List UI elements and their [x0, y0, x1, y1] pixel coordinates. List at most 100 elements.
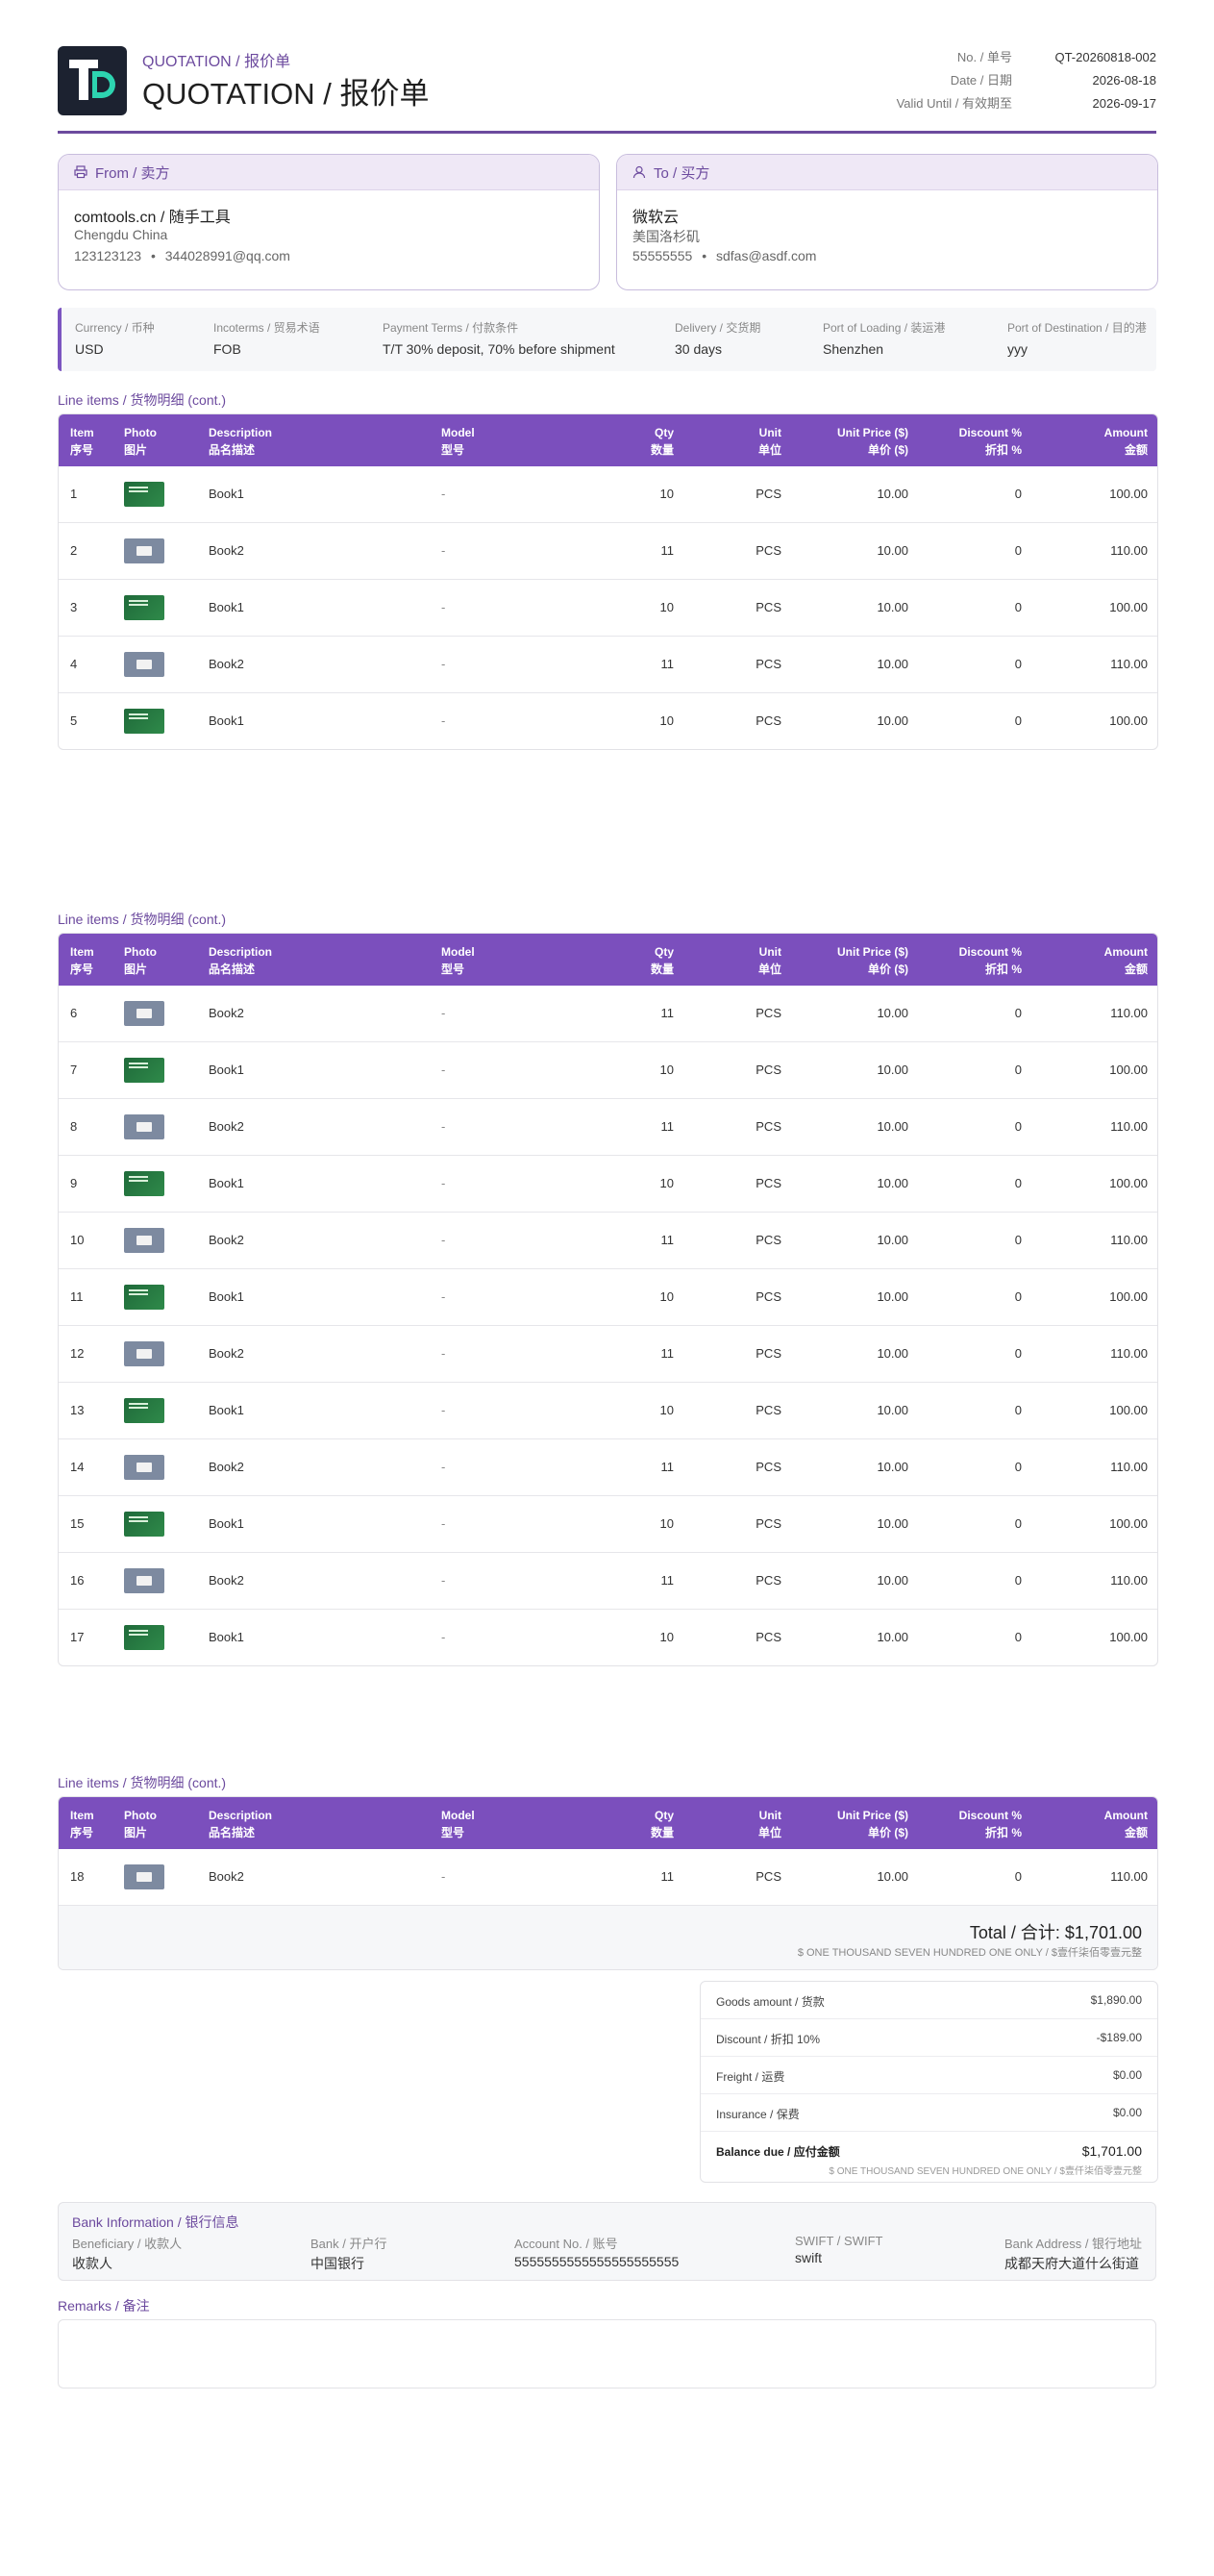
- column-header-en: Description: [209, 426, 273, 439]
- column-header: Description 品名描述: [209, 1807, 272, 1841]
- cell-amount: 100.00: [1109, 713, 1148, 728]
- cell-disc: 0: [1014, 1233, 1022, 1247]
- product-photo: [124, 1864, 164, 1889]
- separator-dot: •: [702, 248, 707, 263]
- seller-email[interactable]: 344028991@qq.com: [165, 248, 290, 263]
- cell-model: -: [441, 1573, 446, 1588]
- column-header-cn: 单位: [757, 963, 781, 976]
- column-header-cn: 品名描述: [209, 1826, 256, 1839]
- bank-value: 收款人: [72, 2256, 112, 2271]
- cell-item: 1: [70, 487, 78, 501]
- summary-value: $0.00: [1112, 2068, 1142, 2082]
- cell-disc: 0: [1014, 1869, 1022, 1884]
- photo-text-lines: [129, 1630, 148, 1632]
- cell-desc: Book2: [209, 1233, 244, 1247]
- cell-unit: PCS: [756, 1233, 781, 1247]
- column-header-en: Model: [441, 1809, 475, 1822]
- column-header-en: Amount: [1103, 945, 1148, 959]
- product-photo: [124, 1512, 164, 1537]
- table-row: 7 Book1 - 10 PCS 10.00 0 100.00: [59, 1041, 1157, 1098]
- cell-item: 5: [70, 713, 78, 728]
- column-header-en: Discount %: [958, 426, 1022, 439]
- cell-desc: Book2: [209, 1869, 244, 1884]
- table-row: 9 Book1 - 10 PCS 10.00 0 100.00: [59, 1155, 1157, 1212]
- cell-qty: 10: [659, 600, 674, 614]
- cell-price: 10.00: [877, 1403, 908, 1417]
- column-header-cn: 图片: [124, 1826, 148, 1839]
- cell-disc: 0: [1014, 1460, 1022, 1474]
- column-header: Item 序号: [70, 1807, 94, 1841]
- cell-unit: PCS: [756, 1869, 781, 1884]
- cell-model: -: [441, 1403, 446, 1417]
- cell-item: 7: [70, 1063, 78, 1077]
- summary-label: Insurance / 保费: [716, 2108, 800, 2121]
- table-row: 2 Book2 - 11 PCS 10.00 0 110.00: [59, 522, 1157, 579]
- buyer-card: To / 买方 微软云 美国洛杉矶 55555555 • sdfas@asdf.…: [616, 154, 1158, 290]
- cell-price: 10.00: [877, 1289, 908, 1304]
- cell-desc: Book1: [209, 1630, 244, 1644]
- cell-item: 18: [70, 1869, 85, 1884]
- cell-amount: 110.00: [1110, 1233, 1148, 1247]
- summary-goods-amount: Goods amount / 货款 $1,890.00: [701, 1982, 1157, 2018]
- cell-amount: 110.00: [1110, 1119, 1148, 1134]
- seller-contact: 123123123 • 344028991@qq.com: [74, 248, 583, 269]
- table-row: 5 Book1 - 10 PCS 10.00 0 100.00: [59, 692, 1157, 749]
- cell-desc: Book2: [209, 1346, 244, 1361]
- bank-value: 成都天府大道什么街道: [1004, 2256, 1139, 2271]
- cell-unit: PCS: [756, 600, 781, 614]
- summary-value: $1,890.00: [1090, 1993, 1142, 2007]
- cell-model: -: [441, 1516, 446, 1531]
- column-header: Unit 单位: [758, 424, 781, 459]
- product-photo: [124, 652, 164, 677]
- column-header: Qty 数量: [651, 424, 674, 459]
- column-header-cn: 型号: [441, 443, 465, 457]
- table-header: Item 序号 Photo 图片 Description 品名描述 Model 型号 Qty 数量…: [59, 414, 1157, 466]
- cell-unit: PCS: [756, 1460, 781, 1474]
- cell-qty: 10: [659, 1289, 674, 1304]
- balance-due-words: $ ONE THOUSAND SEVEN HUNDRED ONE ONLY / …: [829, 2166, 1142, 2177]
- cell-amount: 100.00: [1109, 1516, 1148, 1531]
- column-header-cn: 图片: [124, 963, 148, 976]
- cell-qty: 10: [659, 1063, 674, 1077]
- cell-unit: PCS: [756, 713, 781, 728]
- column-header: Description 品名描述: [209, 943, 272, 978]
- column-header-en: Unit Price ($): [836, 426, 908, 439]
- column-header-en: Photo: [124, 1809, 157, 1822]
- column-header: Unit 单位: [758, 1807, 781, 1841]
- term-label: Payment Terms / 付款条件: [383, 321, 519, 335]
- cell-desc: Book1: [209, 713, 244, 728]
- column-header: Model 型号: [441, 1807, 475, 1841]
- cell-price: 10.00: [877, 1460, 908, 1474]
- column-header-en: Unit Price ($): [836, 945, 908, 959]
- column-header-cn: 金额: [1124, 1826, 1148, 1839]
- cell-item: 4: [70, 657, 78, 671]
- product-photo: [124, 1341, 164, 1366]
- cell-desc: Book2: [209, 1573, 244, 1588]
- meta-date: Date / 日期 2026-08-18: [733, 69, 1156, 92]
- product-photo: [124, 1058, 164, 1083]
- column-header-cn: 型号: [441, 963, 465, 976]
- photo-text-lines: [129, 713, 148, 715]
- product-photo: [124, 1568, 164, 1593]
- buyer-email[interactable]: sdfas@asdf.com: [716, 248, 816, 263]
- cell-desc: Book1: [209, 1063, 244, 1077]
- table-total: Total / 合计: $1,701.00 $ ONE THOUSAND SEVE…: [59, 1905, 1157, 1969]
- seller-phone: 123123123: [74, 248, 142, 263]
- cell-amount: 110.00: [1110, 543, 1148, 558]
- bank-address: Bank Address / 银行地址 成都天府大道什么街道: [1004, 2234, 1142, 2273]
- cell-disc: 0: [1014, 1630, 1022, 1644]
- bank-information: Bank Information / 银行信息 Beneficiary / 收款…: [58, 2202, 1156, 2281]
- cell-model: -: [441, 1460, 446, 1474]
- summary-insurance: Insurance / 保费 $0.00: [701, 2093, 1157, 2131]
- table-row: 11 Book1 - 10 PCS 10.00 0 100.00: [59, 1268, 1157, 1325]
- column-header-en: Qty: [654, 1809, 674, 1822]
- bank-swift: SWIFT / SWIFT swift: [795, 2234, 882, 2265]
- cell-item: 2: [70, 543, 78, 558]
- photo-text-lines: [129, 1063, 148, 1064]
- column-header: Discount % 折扣 %: [959, 424, 1022, 459]
- table-header: Item 序号 Photo 图片 Description 品名描述 Model 型号 Qty 数量…: [59, 1797, 1157, 1849]
- column-header-en: Discount %: [958, 945, 1022, 959]
- term-value: 30 days: [675, 341, 723, 357]
- cell-unit: PCS: [756, 1573, 781, 1588]
- buyer-details: 微软云 美国洛杉矶 55555555 • sdfas@asdf.com: [617, 190, 1157, 283]
